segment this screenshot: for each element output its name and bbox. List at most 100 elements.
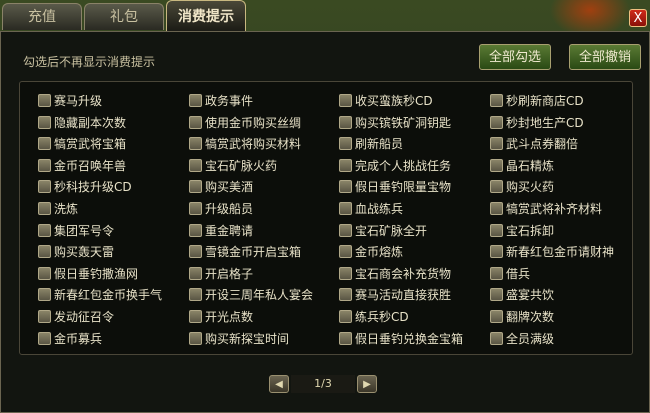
checkbox-item[interactable]: 收买蛮族秒CD <box>339 91 433 111</box>
checkbox-item[interactable]: 开启格子 <box>189 264 253 284</box>
checkbox-item[interactable]: 犒赏武将宝箱 <box>38 134 126 154</box>
checkbox-item[interactable]: 翻牌次数 <box>490 307 554 327</box>
checkbox-item[interactable]: 发动征召令 <box>38 307 114 327</box>
checkbox-item[interactable]: 升级船员 <box>189 199 253 219</box>
checkbox-item[interactable]: 金币召唤年兽 <box>38 156 126 176</box>
tab-gift-pack[interactable]: 礼包 <box>84 3 164 30</box>
checkbox-item[interactable]: 雪镜金币开启宝箱 <box>189 242 301 262</box>
checkbox[interactable] <box>490 180 503 194</box>
checkbox-item[interactable]: 晶石精炼 <box>490 156 554 176</box>
checkbox-item[interactable]: 新春红包金币请财神 <box>490 242 614 262</box>
checkbox-item[interactable]: 完成个人挑战任务 <box>339 156 451 176</box>
checkbox-item[interactable]: 秒科技升级CD <box>38 177 132 197</box>
checkbox[interactable] <box>339 266 352 280</box>
prev-page-button[interactable]: ◀ <box>269 375 289 393</box>
checkbox-item[interactable]: 赛马升级 <box>38 91 102 111</box>
checkbox[interactable] <box>189 158 202 172</box>
checkbox[interactable] <box>38 202 51 215</box>
checkbox[interactable] <box>490 223 503 237</box>
checkbox-item[interactable]: 政务事件 <box>189 91 253 111</box>
checkbox[interactable] <box>490 202 503 215</box>
checkbox[interactable] <box>38 115 51 129</box>
checkbox[interactable] <box>339 115 352 129</box>
checkbox[interactable] <box>490 266 503 280</box>
checkbox-item[interactable]: 宝石拆卸 <box>490 221 554 241</box>
checkbox[interactable] <box>189 94 202 107</box>
checkbox[interactable] <box>189 115 202 129</box>
close-icon[interactable]: X <box>629 9 647 27</box>
checkbox[interactable] <box>339 94 352 107</box>
checkbox-item[interactable]: 赛马活动直接获胜 <box>339 285 451 305</box>
checkbox[interactable] <box>339 223 352 237</box>
checkbox[interactable] <box>189 202 202 215</box>
checkbox-item[interactable]: 宝石矿脉火药 <box>189 156 277 176</box>
checkbox[interactable] <box>189 310 202 323</box>
checkbox[interactable] <box>490 115 503 129</box>
checkbox[interactable] <box>38 288 51 302</box>
checkbox-item[interactable]: 金币熔炼 <box>339 242 403 262</box>
checkbox[interactable] <box>189 288 202 302</box>
checkbox-item[interactable]: 宝石矿脉全开 <box>339 221 427 241</box>
checkbox-item[interactable]: 集团军号令 <box>38 221 114 241</box>
checkbox[interactable] <box>38 180 51 194</box>
checkbox-item[interactable]: 秒刷新商店CD <box>490 91 584 111</box>
checkbox-item[interactable]: 血战练兵 <box>339 199 403 219</box>
checkbox-item[interactable]: 开光点数 <box>189 307 253 327</box>
checkbox-item[interactable]: 武斗点券翻倍 <box>490 134 578 154</box>
checkbox[interactable] <box>189 245 202 259</box>
checkbox-item[interactable]: 犒赏武将购买材料 <box>189 134 301 154</box>
checkbox-item[interactable]: 犒赏武将补齐材料 <box>490 199 602 219</box>
checkbox[interactable] <box>490 137 503 151</box>
select-all-button[interactable]: 全部勾选 <box>479 44 551 70</box>
checkbox-item[interactable]: 洗炼 <box>38 199 78 219</box>
checkbox-item[interactable]: 金币募兵 <box>38 329 102 349</box>
tab-consumption-tips[interactable]: 消费提示 <box>166 0 246 32</box>
checkbox[interactable] <box>490 245 503 259</box>
checkbox[interactable] <box>490 94 503 107</box>
checkbox-item[interactable]: 宝石商会补充货物 <box>339 264 451 284</box>
checkbox[interactable] <box>189 331 202 345</box>
checkbox-item[interactable]: 秒封地生产CD <box>490 113 584 133</box>
checkbox[interactable] <box>189 180 202 194</box>
checkbox[interactable] <box>38 266 51 280</box>
checkbox[interactable] <box>339 180 352 194</box>
checkbox-item[interactable]: 购买美酒 <box>189 177 253 197</box>
checkbox[interactable] <box>38 158 51 172</box>
checkbox-item[interactable]: 假日垂钓兑换金宝箱 <box>339 329 463 349</box>
checkbox[interactable] <box>189 137 202 151</box>
checkbox[interactable] <box>189 266 202 280</box>
checkbox-item[interactable]: 刷新船员 <box>339 134 403 154</box>
checkbox-item[interactable]: 练兵秒CD <box>339 307 409 327</box>
checkbox[interactable] <box>339 158 352 172</box>
checkbox-item[interactable]: 新春红包金币换手气 <box>38 285 162 305</box>
checkbox[interactable] <box>189 223 202 237</box>
checkbox-item[interactable]: 假日垂钓限量宝物 <box>339 177 451 197</box>
next-page-button[interactable]: ▶ <box>357 375 377 393</box>
checkbox[interactable] <box>339 288 352 302</box>
checkbox[interactable] <box>38 310 51 323</box>
tab-recharge[interactable]: 充值 <box>2 3 82 30</box>
checkbox[interactable] <box>38 331 51 345</box>
checkbox[interactable] <box>339 202 352 215</box>
checkbox[interactable] <box>38 94 51 107</box>
checkbox[interactable] <box>339 310 352 323</box>
checkbox-item[interactable]: 假日垂钓撒渔网 <box>38 264 138 284</box>
checkbox-item[interactable]: 购买镔铁矿洞钥匙 <box>339 113 451 133</box>
checkbox[interactable] <box>490 158 503 172</box>
checkbox-item[interactable]: 借兵 <box>490 264 530 284</box>
checkbox[interactable] <box>490 331 503 345</box>
checkbox[interactable] <box>339 137 352 151</box>
checkbox-item[interactable]: 购买火药 <box>490 177 554 197</box>
checkbox[interactable] <box>490 310 503 323</box>
checkbox[interactable] <box>38 245 51 259</box>
checkbox-item[interactable]: 盛宴共饮 <box>490 285 554 305</box>
checkbox-item[interactable]: 购买新探宝时间 <box>189 329 289 349</box>
checkbox-item[interactable]: 使用金币购买丝绸 <box>189 113 301 133</box>
checkbox[interactable] <box>38 137 51 151</box>
checkbox-item[interactable]: 开设三周年私人宴会 <box>189 285 313 305</box>
checkbox-item[interactable]: 重金聘请 <box>189 221 253 241</box>
checkbox-item[interactable]: 全员满级 <box>490 329 554 349</box>
checkbox[interactable] <box>38 223 51 237</box>
checkbox-item[interactable]: 购买轰天雷 <box>38 242 114 262</box>
checkbox-item[interactable]: 隐藏副本次数 <box>38 113 126 133</box>
